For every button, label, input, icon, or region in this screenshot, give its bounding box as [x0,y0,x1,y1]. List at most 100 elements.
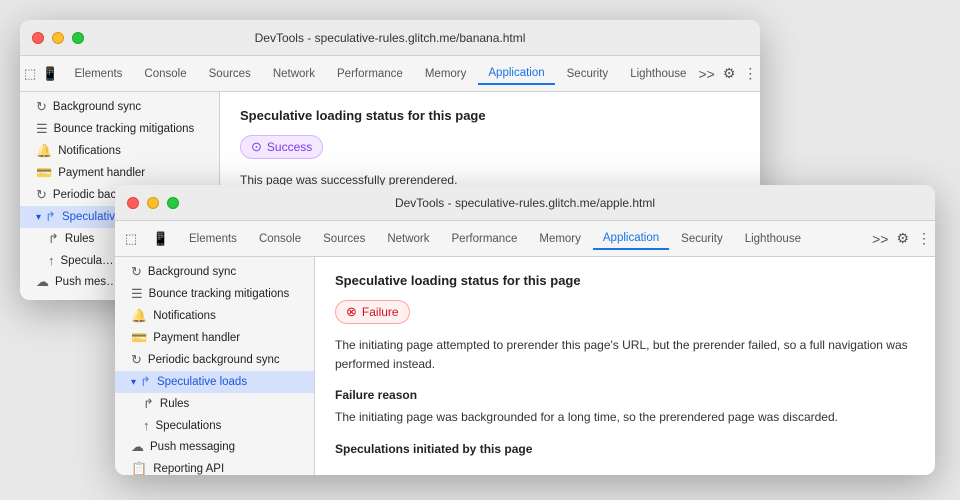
notifications-icon-2: 🔔 [131,308,147,324]
maximize-btn-banana[interactable] [72,32,84,44]
tab-console-2[interactable]: Console [249,229,311,249]
tab-network-2[interactable]: Network [377,229,439,249]
window-title-apple: DevTools - speculative-rules.glitch.me/a… [395,196,655,210]
tab-sources-1[interactable]: Sources [199,64,261,84]
sidebar-label: Bounce tracking mitigations [54,123,195,135]
tab-performance-1[interactable]: Performance [327,64,413,84]
sidebar-label: Bounce tracking mitigations [149,288,290,300]
sidebar-rules-2[interactable]: ↱ Rules [115,393,314,415]
tab-security-1[interactable]: Security [557,64,619,84]
kebab-icon-2[interactable]: ⋮ [917,230,931,247]
sidebar-label: Notifications [153,310,216,322]
sidebar-notifications-1[interactable]: 🔔 Notifications [20,140,219,162]
content-apple: Speculative loading status for this page… [315,257,935,475]
expand-arrow-icon-2: ▾ [131,377,136,388]
more-tabs-icon-2[interactable]: >> [872,231,888,247]
sidebar-label: Rules [65,233,94,245]
tab-application-1[interactable]: Application [478,63,554,85]
sidebar-label: Push mes… [55,276,118,288]
success-badge: ⊙ Success [240,135,323,159]
sidebar-apple: ↻ Background sync ☰ Bounce tracking miti… [115,257,315,475]
notifications-icon: 🔔 [36,143,52,159]
speculations-icon-2: ↑ [143,418,150,433]
reporting-api-icon-2: 📋 [131,461,147,475]
sidebar-background-sync-2[interactable]: ↻ Background sync [115,261,314,283]
sidebar-bounce-tracking-2[interactable]: ☰ Bounce tracking mitigations [115,283,314,305]
sidebar-label: Periodic background sync [148,354,280,366]
window-title-banana: DevTools - speculative-rules.glitch.me/b… [255,31,526,45]
sidebar-notifications-2[interactable]: 🔔 Notifications [115,305,314,327]
sidebar-label: Background sync [53,101,141,113]
tabbar-right-2: >> ⚙ ⋮ [872,230,931,247]
mobile-icon[interactable]: 📱 [42,62,58,86]
main-area-apple: ↻ Background sync ☰ Bounce tracking miti… [115,257,935,475]
mobile-icon-2[interactable]: 📱 [149,227,173,251]
tab-elements-1[interactable]: Elements [64,64,132,84]
sidebar-label: Reporting API [153,463,224,475]
tab-security-2[interactable]: Security [671,229,733,249]
speculative-loads-icon-2: ↱ [140,374,151,390]
close-btn-banana[interactable] [32,32,44,44]
sidebar-speculations-2[interactable]: ↑ Speculations [115,415,314,436]
sidebar-reporting-api-2[interactable]: 📋 Reporting API [115,458,314,475]
sidebar-payment-handler-1[interactable]: 💳 Payment handler [20,162,219,184]
tab-performance-2[interactable]: Performance [442,229,528,249]
sidebar-label: Specula… [61,255,114,267]
tab-lighthouse-1[interactable]: Lighthouse [620,64,696,84]
failure-reason-text: The initiating page was backgrounded for… [335,408,915,427]
bounce-tracking-icon-2: ☰ [131,286,143,302]
sidebar-push-messaging-2[interactable]: ☁ Push messaging [115,436,314,458]
settings-icon-2[interactable]: ⚙ [896,230,909,247]
minimize-btn-apple[interactable] [147,197,159,209]
sidebar-label: Background sync [148,266,236,278]
tab-application-2[interactable]: Application [593,228,669,250]
failure-reason-heading: Failure reason [335,388,915,402]
tab-console-1[interactable]: Console [134,64,196,84]
more-tabs-icon[interactable]: >> [698,66,714,82]
rules-icon-2: ↱ [143,396,154,412]
sidebar-label: Speculative loads [157,376,247,388]
sidebar-label: Rules [160,398,189,410]
bounce-tracking-icon: ☰ [36,121,48,137]
tab-lighthouse-2[interactable]: Lighthouse [735,229,811,249]
close-btn-apple[interactable] [127,197,139,209]
titlebar-apple: DevTools - speculative-rules.glitch.me/a… [115,185,935,221]
sidebar-label: Push messaging [150,441,235,453]
sidebar-payment-handler-2[interactable]: 💳 Payment handler [115,327,314,349]
tabbar-banana: ⬚ 📱 Elements Console Sources Network Per… [20,56,760,92]
rules-icon: ↱ [48,231,59,247]
tab-memory-1[interactable]: Memory [415,64,477,84]
failure-description: The initiating page attempted to prerend… [335,336,915,374]
sidebar-label: Notifications [58,145,121,157]
failure-badge: ⊗ Failure [335,300,410,324]
devtools-window-apple: DevTools - speculative-rules.glitch.me/a… [115,185,935,475]
sidebar-label: Speculations [156,420,222,432]
sidebar-background-sync-1[interactable]: ↻ Background sync [20,96,219,118]
maximize-btn-apple[interactable] [167,197,179,209]
success-icon: ⊙ [251,139,262,155]
background-sync-icon: ↻ [36,99,47,115]
speculations-icon: ↑ [48,253,55,268]
failure-icon: ⊗ [346,304,357,320]
sidebar-speculative-loads-2[interactable]: ▾ ↱ Speculative loads [115,371,314,393]
minimize-btn-banana[interactable] [52,32,64,44]
tab-memory-2[interactable]: Memory [529,229,591,249]
tabbar-apple: ⬚ 📱 Elements Console Sources Network Per… [115,221,935,257]
settings-icon[interactable]: ⚙ [723,65,736,82]
content-heading-1: Speculative loading status for this page [240,108,740,123]
sidebar-bounce-tracking-1[interactable]: ☰ Bounce tracking mitigations [20,118,219,140]
sidebar-label: Payment handler [153,332,240,344]
tab-network-1[interactable]: Network [263,64,325,84]
inspect-icon[interactable]: ⬚ [24,62,36,86]
tab-sources-2[interactable]: Sources [313,229,375,249]
kebab-icon[interactable]: ⋮ [743,65,757,82]
speculative-loads-icon: ↱ [45,209,56,225]
window-controls-apple [127,197,179,209]
titlebar-banana: DevTools - speculative-rules.glitch.me/b… [20,20,760,56]
tab-elements-2[interactable]: Elements [179,229,247,249]
badge-label-2: Failure [362,305,399,319]
sidebar-label: Payment handler [58,167,145,179]
inspect-icon-2[interactable]: ⬚ [119,227,143,251]
window-controls-banana [32,32,84,44]
sidebar-periodic-bg-sync-2[interactable]: ↻ Periodic background sync [115,349,314,371]
